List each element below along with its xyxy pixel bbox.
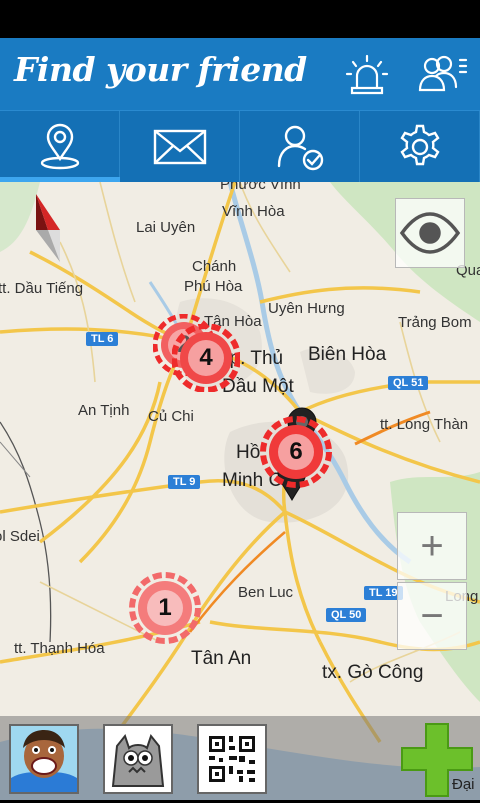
- map-label: Phú Hòa: [184, 278, 243, 295]
- tab-bar: [0, 110, 480, 183]
- alarm-light-icon[interactable]: [344, 52, 390, 96]
- map-label: Chánh: [192, 258, 237, 275]
- map-label: Uyên Hưng: [268, 300, 345, 317]
- tab-messages[interactable]: [120, 111, 240, 183]
- map-label: Lai Uyên: [136, 219, 196, 236]
- friend-cluster[interactable]: 6: [260, 416, 332, 488]
- visibility-toggle-button[interactable]: [395, 198, 465, 268]
- map-label: Đại: [452, 776, 475, 793]
- map-label: Ben Luc: [238, 584, 294, 601]
- contacts-list-icon[interactable]: [418, 52, 468, 96]
- zoom-in-button[interactable]: +: [397, 512, 467, 580]
- tab-map[interactable]: [0, 111, 120, 183]
- friend-avatar[interactable]: [103, 724, 173, 794]
- friend-cluster[interactable]: 1: [129, 572, 201, 644]
- road-shield: QL 51: [388, 376, 429, 390]
- road-shield: QL 50: [326, 608, 367, 622]
- map-view[interactable]: Phước Vĩnh Vĩnh Hòa Lai Uyên Chánh Phú H…: [0, 182, 480, 800]
- qr-code-button[interactable]: [197, 724, 267, 794]
- friends-bar: Đại: [0, 716, 480, 800]
- friend-avatar[interactable]: [9, 724, 79, 794]
- zoom-out-button[interactable]: −: [397, 582, 467, 650]
- app-title: Find your friend: [14, 50, 307, 89]
- cluster-count: 4: [199, 344, 213, 371]
- map-label: Phước Vĩnh: [220, 182, 301, 193]
- map-label: Biên Hòa: [308, 344, 387, 365]
- friend-cluster[interactable]: 4: [171, 323, 241, 393]
- envelope-icon: [153, 129, 206, 165]
- road-shield: TL 6: [86, 332, 119, 346]
- map-label: Tân An: [191, 648, 252, 669]
- cluster-count: 1: [158, 594, 172, 621]
- location-pin-icon: [40, 123, 79, 170]
- qr-code-icon: [199, 726, 265, 792]
- map-label: Hồ: [236, 442, 261, 463]
- tab-friends[interactable]: [240, 111, 360, 183]
- road-shield: TL 9: [168, 475, 201, 489]
- map-label: tx. Gò Công: [322, 662, 424, 683]
- status-bar: [0, 0, 480, 38]
- compass-icon[interactable]: [32, 190, 64, 271]
- map-label: tt. Thạnh Hóa: [14, 640, 105, 657]
- map-label: tt. Dầu Tiếng: [0, 280, 84, 297]
- eye-icon: [399, 212, 461, 254]
- map-label: Củ Chi: [148, 408, 194, 425]
- user-check-icon: [277, 125, 323, 171]
- map-label: tt. Long Thàn: [380, 416, 469, 433]
- gear-icon: [399, 124, 440, 166]
- map-label: An Tịnh: [78, 402, 130, 419]
- map-label: ol Sdei: [0, 528, 40, 545]
- cluster-count: 6: [289, 438, 303, 465]
- map-label: Trảng Bom: [398, 314, 472, 331]
- map-label: Vĩnh Hòa: [222, 203, 285, 220]
- app-header: Find your friend: [0, 38, 480, 110]
- tab-settings[interactable]: [360, 111, 480, 183]
